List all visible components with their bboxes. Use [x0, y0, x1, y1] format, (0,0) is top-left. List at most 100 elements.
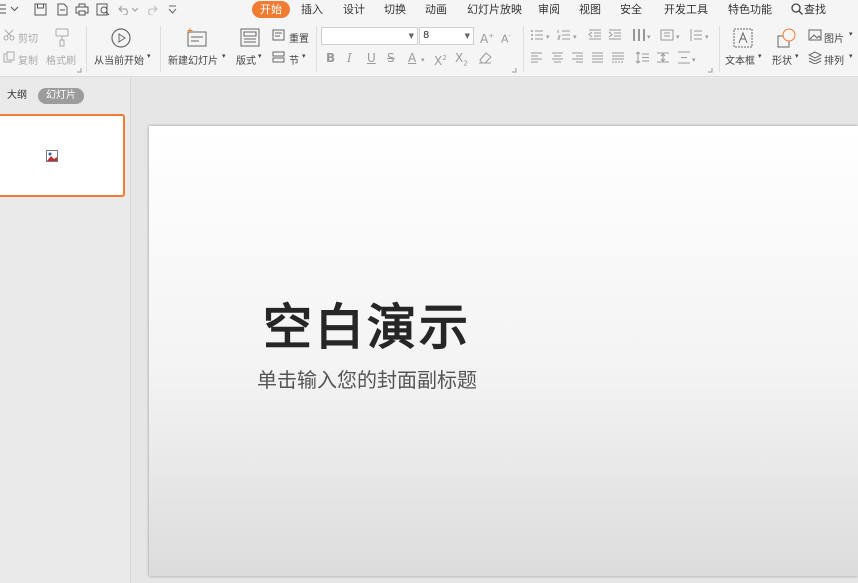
tab-review[interactable]: 审阅 — [532, 1, 566, 18]
format-painter-icon[interactable] — [53, 27, 71, 47]
chevron-down-icon[interactable]: ▾ — [705, 30, 709, 44]
font-name-select[interactable]: ▼ — [321, 27, 418, 45]
distribute-icon[interactable] — [611, 52, 625, 63]
chevron-down-icon[interactable]: ▾ — [546, 30, 550, 44]
increase-font-icon[interactable]: A+ — [480, 29, 494, 46]
chevron-down-icon[interactable]: ▾ — [222, 52, 226, 60]
ribbon-home: 剪切 复制 格式刷 从当前开始 ▾ 新建幻灯片 ▾ 版式 ▾ 重置 节 ▾ ▼ … — [0, 20, 858, 77]
text-direction-icon[interactable] — [660, 29, 674, 41]
numbered-list-icon[interactable] — [557, 29, 571, 41]
bold-icon[interactable]: B — [326, 51, 335, 65]
align-right-icon[interactable] — [571, 52, 584, 63]
tab-developer[interactable]: 开发工具 — [658, 1, 714, 18]
format-painter-button[interactable]: 格式刷 — [46, 52, 76, 67]
underline-icon[interactable]: U — [367, 51, 376, 65]
shapes-icon[interactable] — [776, 28, 796, 48]
tab-slides[interactable]: 幻灯片 — [38, 88, 84, 104]
picture-button[interactable]: 图片 — [824, 30, 844, 45]
section-icon[interactable] — [272, 51, 285, 63]
export-pdf-icon[interactable] — [55, 3, 68, 16]
play-from-current-button[interactable]: 从当前开始 — [94, 52, 144, 67]
font-color-icon[interactable]: A — [408, 51, 416, 65]
chevron-down-icon[interactable]: ▾ — [421, 53, 425, 67]
textbox-icon[interactable] — [733, 28, 753, 48]
align-text-icon[interactable] — [689, 28, 703, 42]
chevron-down-icon[interactable]: ▾ — [676, 30, 680, 44]
strikethrough-icon[interactable]: S — [387, 51, 395, 65]
tab-insert[interactable]: 插入 — [295, 1, 329, 18]
chevron-down-icon[interactable]: ▾ — [258, 52, 262, 60]
dialog-launcher-icon[interactable] — [708, 68, 713, 73]
chevron-down-icon: ▼ — [408, 32, 414, 40]
reset-button[interactable]: 重置 — [289, 30, 309, 45]
customize-toolbar-icon[interactable] — [168, 5, 177, 14]
chevron-down-icon[interactable]: ▾ — [147, 52, 151, 60]
textbox-button[interactable]: 文本框 — [725, 52, 755, 67]
dialog-launcher-icon[interactable] — [77, 68, 82, 73]
tab-animations[interactable]: 动画 — [419, 1, 453, 18]
tab-transitions[interactable]: 切换 — [378, 1, 412, 18]
redo-icon[interactable] — [145, 4, 158, 15]
arrange-button[interactable]: 排列 — [824, 52, 844, 67]
tab-security[interactable]: 安全 — [614, 1, 648, 18]
chevron-down-icon[interactable]: ▾ — [692, 53, 696, 67]
chevron-down-icon[interactable]: ▾ — [795, 52, 799, 60]
decrease-font-icon[interactable]: A- — [501, 29, 511, 47]
copy-button[interactable]: 复制 — [18, 52, 38, 67]
slide[interactable]: 空白演示 单击输入您的封面副标题 — [149, 126, 858, 576]
tab-design[interactable]: 设计 — [337, 1, 371, 18]
chevron-down-icon[interactable]: ▾ — [573, 30, 577, 44]
align-center-icon[interactable] — [551, 52, 564, 63]
shapes-button[interactable]: 形状 — [772, 52, 792, 67]
justify-icon[interactable] — [591, 52, 604, 63]
slide-thumbnail[interactable] — [0, 114, 125, 197]
print-icon[interactable] — [75, 3, 89, 16]
clear-format-icon[interactable] — [478, 51, 492, 64]
chevron-down-icon[interactable]: ▾ — [758, 52, 762, 60]
slide-title[interactable]: 空白演示 — [0, 288, 765, 359]
chevron-down-icon[interactable]: ▾ — [302, 52, 306, 60]
play-icon[interactable] — [110, 27, 132, 49]
align-left-icon[interactable] — [530, 52, 543, 63]
superscript-icon[interactable]: X2 — [434, 51, 447, 68]
chevron-down-icon[interactable]: ▾ — [849, 52, 853, 60]
layout-button[interactable]: 版式 — [236, 52, 256, 67]
increase-indent-icon[interactable] — [608, 29, 622, 41]
tab-special-features[interactable]: 特色功能 — [722, 1, 778, 18]
chevron-down-icon[interactable] — [10, 6, 19, 12]
columns-icon[interactable] — [632, 28, 646, 42]
cut-button[interactable]: 剪切 — [18, 30, 38, 45]
tab-home[interactable]: 开始 — [252, 1, 290, 18]
save-icon[interactable] — [34, 3, 47, 16]
new-slide-button[interactable]: 新建幻灯片 — [168, 52, 218, 67]
tab-view[interactable]: 视图 — [573, 1, 607, 18]
cut-icon[interactable] — [3, 29, 15, 41]
copy-icon[interactable] — [3, 51, 15, 63]
chevron-down-icon: ▼ — [464, 32, 470, 40]
slide-subtitle[interactable]: 单击输入您的封面副标题 — [0, 364, 765, 393]
menu-icon[interactable] — [0, 3, 8, 15]
font-size-select[interactable]: 8 ▼ — [419, 27, 474, 45]
line-spacing-icon[interactable] — [636, 51, 650, 64]
arrange-icon[interactable] — [808, 51, 822, 64]
reset-icon[interactable] — [272, 29, 285, 41]
bullet-list-icon[interactable] — [530, 29, 544, 41]
picture-icon[interactable] — [808, 29, 822, 41]
layout-icon[interactable] — [240, 28, 260, 47]
new-slide-icon[interactable] — [186, 28, 208, 48]
text-align-vertical-icon[interactable] — [677, 51, 691, 64]
paragraph-spacing-icon[interactable] — [656, 51, 670, 64]
subscript-icon[interactable]: X2 — [455, 51, 468, 70]
undo-dropdown-icon[interactable] — [132, 8, 138, 12]
chevron-down-icon[interactable]: ▾ — [647, 30, 651, 44]
print-preview-icon[interactable] — [96, 3, 110, 16]
tab-slideshow[interactable]: 幻灯片放映 — [461, 1, 528, 18]
undo-icon[interactable] — [118, 4, 131, 15]
decrease-indent-icon[interactable] — [588, 29, 602, 41]
dialog-launcher-icon[interactable] — [512, 68, 517, 73]
chevron-down-icon[interactable]: ▾ — [849, 30, 853, 38]
search-button[interactable]: 查找 — [798, 1, 832, 18]
section-button[interactable]: 节 — [289, 52, 299, 67]
tab-outline[interactable]: 大纲 — [7, 88, 27, 104]
italic-icon[interactable]: I — [347, 51, 352, 65]
